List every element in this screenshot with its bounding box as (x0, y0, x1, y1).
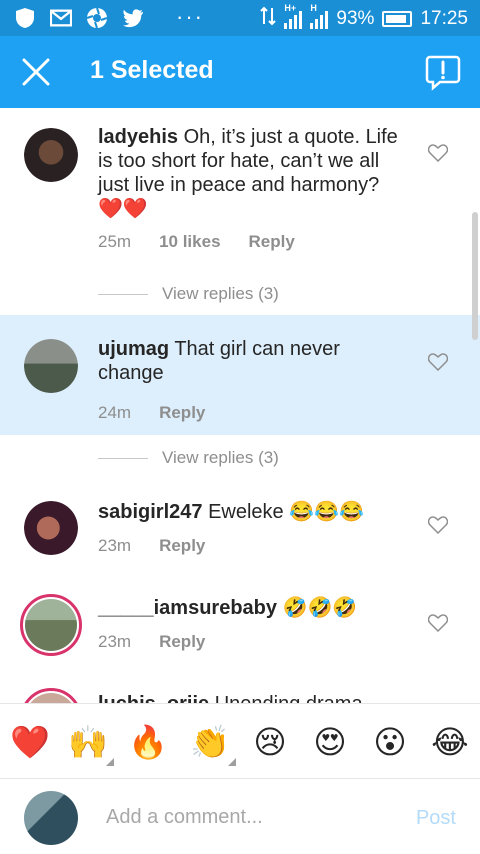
gmail-icon (50, 7, 72, 29)
emoji-glyph: 👏 (190, 723, 230, 761)
view-replies-button[interactable]: View replies (3) (98, 284, 279, 304)
app-bar: 1 Selected (0, 36, 480, 108)
emoji-fire-button[interactable]: 🔥 (128, 722, 168, 762)
comment-meta: 23m Reply (98, 632, 205, 652)
emoji-glyph: 🙌 (68, 723, 108, 761)
comment-meta: 24m Reply (98, 403, 205, 423)
like-heart-icon[interactable] (427, 144, 449, 163)
shield-icon (14, 7, 36, 29)
avatar-story-ring[interactable] (20, 594, 82, 656)
comment-item[interactable]: ladyehis Oh, it’s just a quote. Life is … (0, 108, 480, 314)
comment-input[interactable] (106, 801, 386, 833)
emoji-clap-button[interactable]: 👏 (190, 722, 236, 766)
divider (98, 293, 148, 295)
comment-username[interactable]: _____iamsurebaby (98, 597, 277, 619)
emoji-laughing-button[interactable]: 😂 (430, 722, 470, 762)
comment-time: 24m (98, 403, 132, 422)
comment-item[interactable]: sabigirl247 Eweleke 😂😂😂 23m Reply (0, 486, 480, 578)
comment-emoji: ❤️❤️ (98, 198, 148, 220)
comment-username[interactable]: ujumag (98, 338, 169, 360)
emoji-crying-button[interactable]: 😢 (250, 722, 290, 762)
comment-text: luchis_orjie Unending drama (98, 692, 458, 703)
comments-list[interactable]: ladyehis Oh, it’s just a quote. Life is … (0, 108, 480, 703)
emoji-surprised-button[interactable]: 😮 (370, 722, 410, 762)
comment-text: sabigirl247 Eweleke 😂😂😂 (98, 500, 408, 524)
like-heart-icon[interactable] (427, 614, 449, 633)
comment-body: Eweleke 😂😂😂 (208, 501, 364, 523)
comment-text: ladyehis Oh, it’s just a quote. Life is … (98, 125, 408, 221)
clock: 17:25 (420, 8, 468, 29)
comment-item[interactable]: _____iamsurebaby 🤣🤣🤣 23m Reply (0, 584, 480, 676)
battery-percent: 93% (336, 8, 375, 29)
emoji-heart-eyes-button[interactable]: 😍 (310, 722, 350, 762)
comment-username[interactable]: luchis_orjie (98, 693, 209, 703)
selection-count-title: 1 Selected (90, 56, 214, 84)
my-avatar (24, 791, 78, 845)
comment-body: 🤣🤣🤣 (282, 597, 358, 619)
comment-meta: 23m Reply (98, 536, 205, 556)
twitter-icon (122, 7, 144, 29)
more-dots-icon: ··· (176, 4, 204, 29)
comment-time: 25m (98, 232, 132, 251)
emoji-raised-hands-button[interactable]: 🙌 (68, 722, 114, 766)
avatar-story-ring[interactable] (20, 688, 82, 703)
data-arrows-icon (260, 6, 277, 32)
emoji-quick-bar: ❤️ 🙌 🔥 👏 😢 😍 😮 😂 (0, 703, 480, 779)
report-icon[interactable] (424, 53, 462, 91)
status-bar: ··· H+ H 93% 17:25 (0, 0, 480, 36)
emoji-heart-button[interactable]: ❤️ (10, 722, 50, 762)
comment-username[interactable]: sabigirl247 (98, 501, 203, 523)
view-replies-label: View replies (3) (162, 448, 279, 467)
avatar[interactable] (24, 501, 78, 555)
avatar[interactable] (24, 128, 78, 182)
close-icon[interactable] (18, 54, 54, 90)
comment-text: _____iamsurebaby 🤣🤣🤣 (98, 596, 408, 620)
view-replies-label: View replies (3) (162, 284, 279, 303)
comment-time: 23m (98, 632, 132, 651)
comment-meta: 25m 10 likes Reply (98, 232, 295, 252)
divider (98, 457, 148, 459)
skin-tone-indicator (228, 758, 236, 766)
comment-body: Unending drama (215, 693, 363, 703)
scrollbar[interactable] (472, 212, 478, 340)
reply-button[interactable]: Reply (159, 403, 205, 423)
comment-item[interactable]: luchis_orjie Unending drama (0, 686, 480, 703)
comment-time: 23m (98, 536, 132, 555)
reply-button[interactable]: Reply (249, 232, 295, 252)
like-heart-icon[interactable] (427, 516, 449, 535)
avatar[interactable] (24, 339, 78, 393)
comment-text: ujumag That girl can never change (98, 337, 408, 385)
comment-username[interactable]: ladyehis (98, 126, 178, 148)
likes-count[interactable]: 10 likes (159, 232, 220, 252)
post-button[interactable]: Post (416, 807, 456, 830)
skin-tone-indicator (106, 758, 114, 766)
comment-item-selected[interactable]: ujumag That girl can never change 24m Re… (0, 315, 480, 435)
view-replies-button[interactable]: View replies (3) (98, 448, 279, 468)
like-heart-icon[interactable] (427, 353, 449, 372)
aperture-icon (86, 7, 108, 29)
reply-button[interactable]: Reply (159, 536, 205, 556)
reply-button[interactable]: Reply (159, 632, 205, 652)
signal-icon: H (310, 3, 329, 29)
comment-composer: Post (0, 779, 480, 854)
battery-icon (382, 11, 413, 27)
signal-icon: H+ (284, 3, 303, 29)
